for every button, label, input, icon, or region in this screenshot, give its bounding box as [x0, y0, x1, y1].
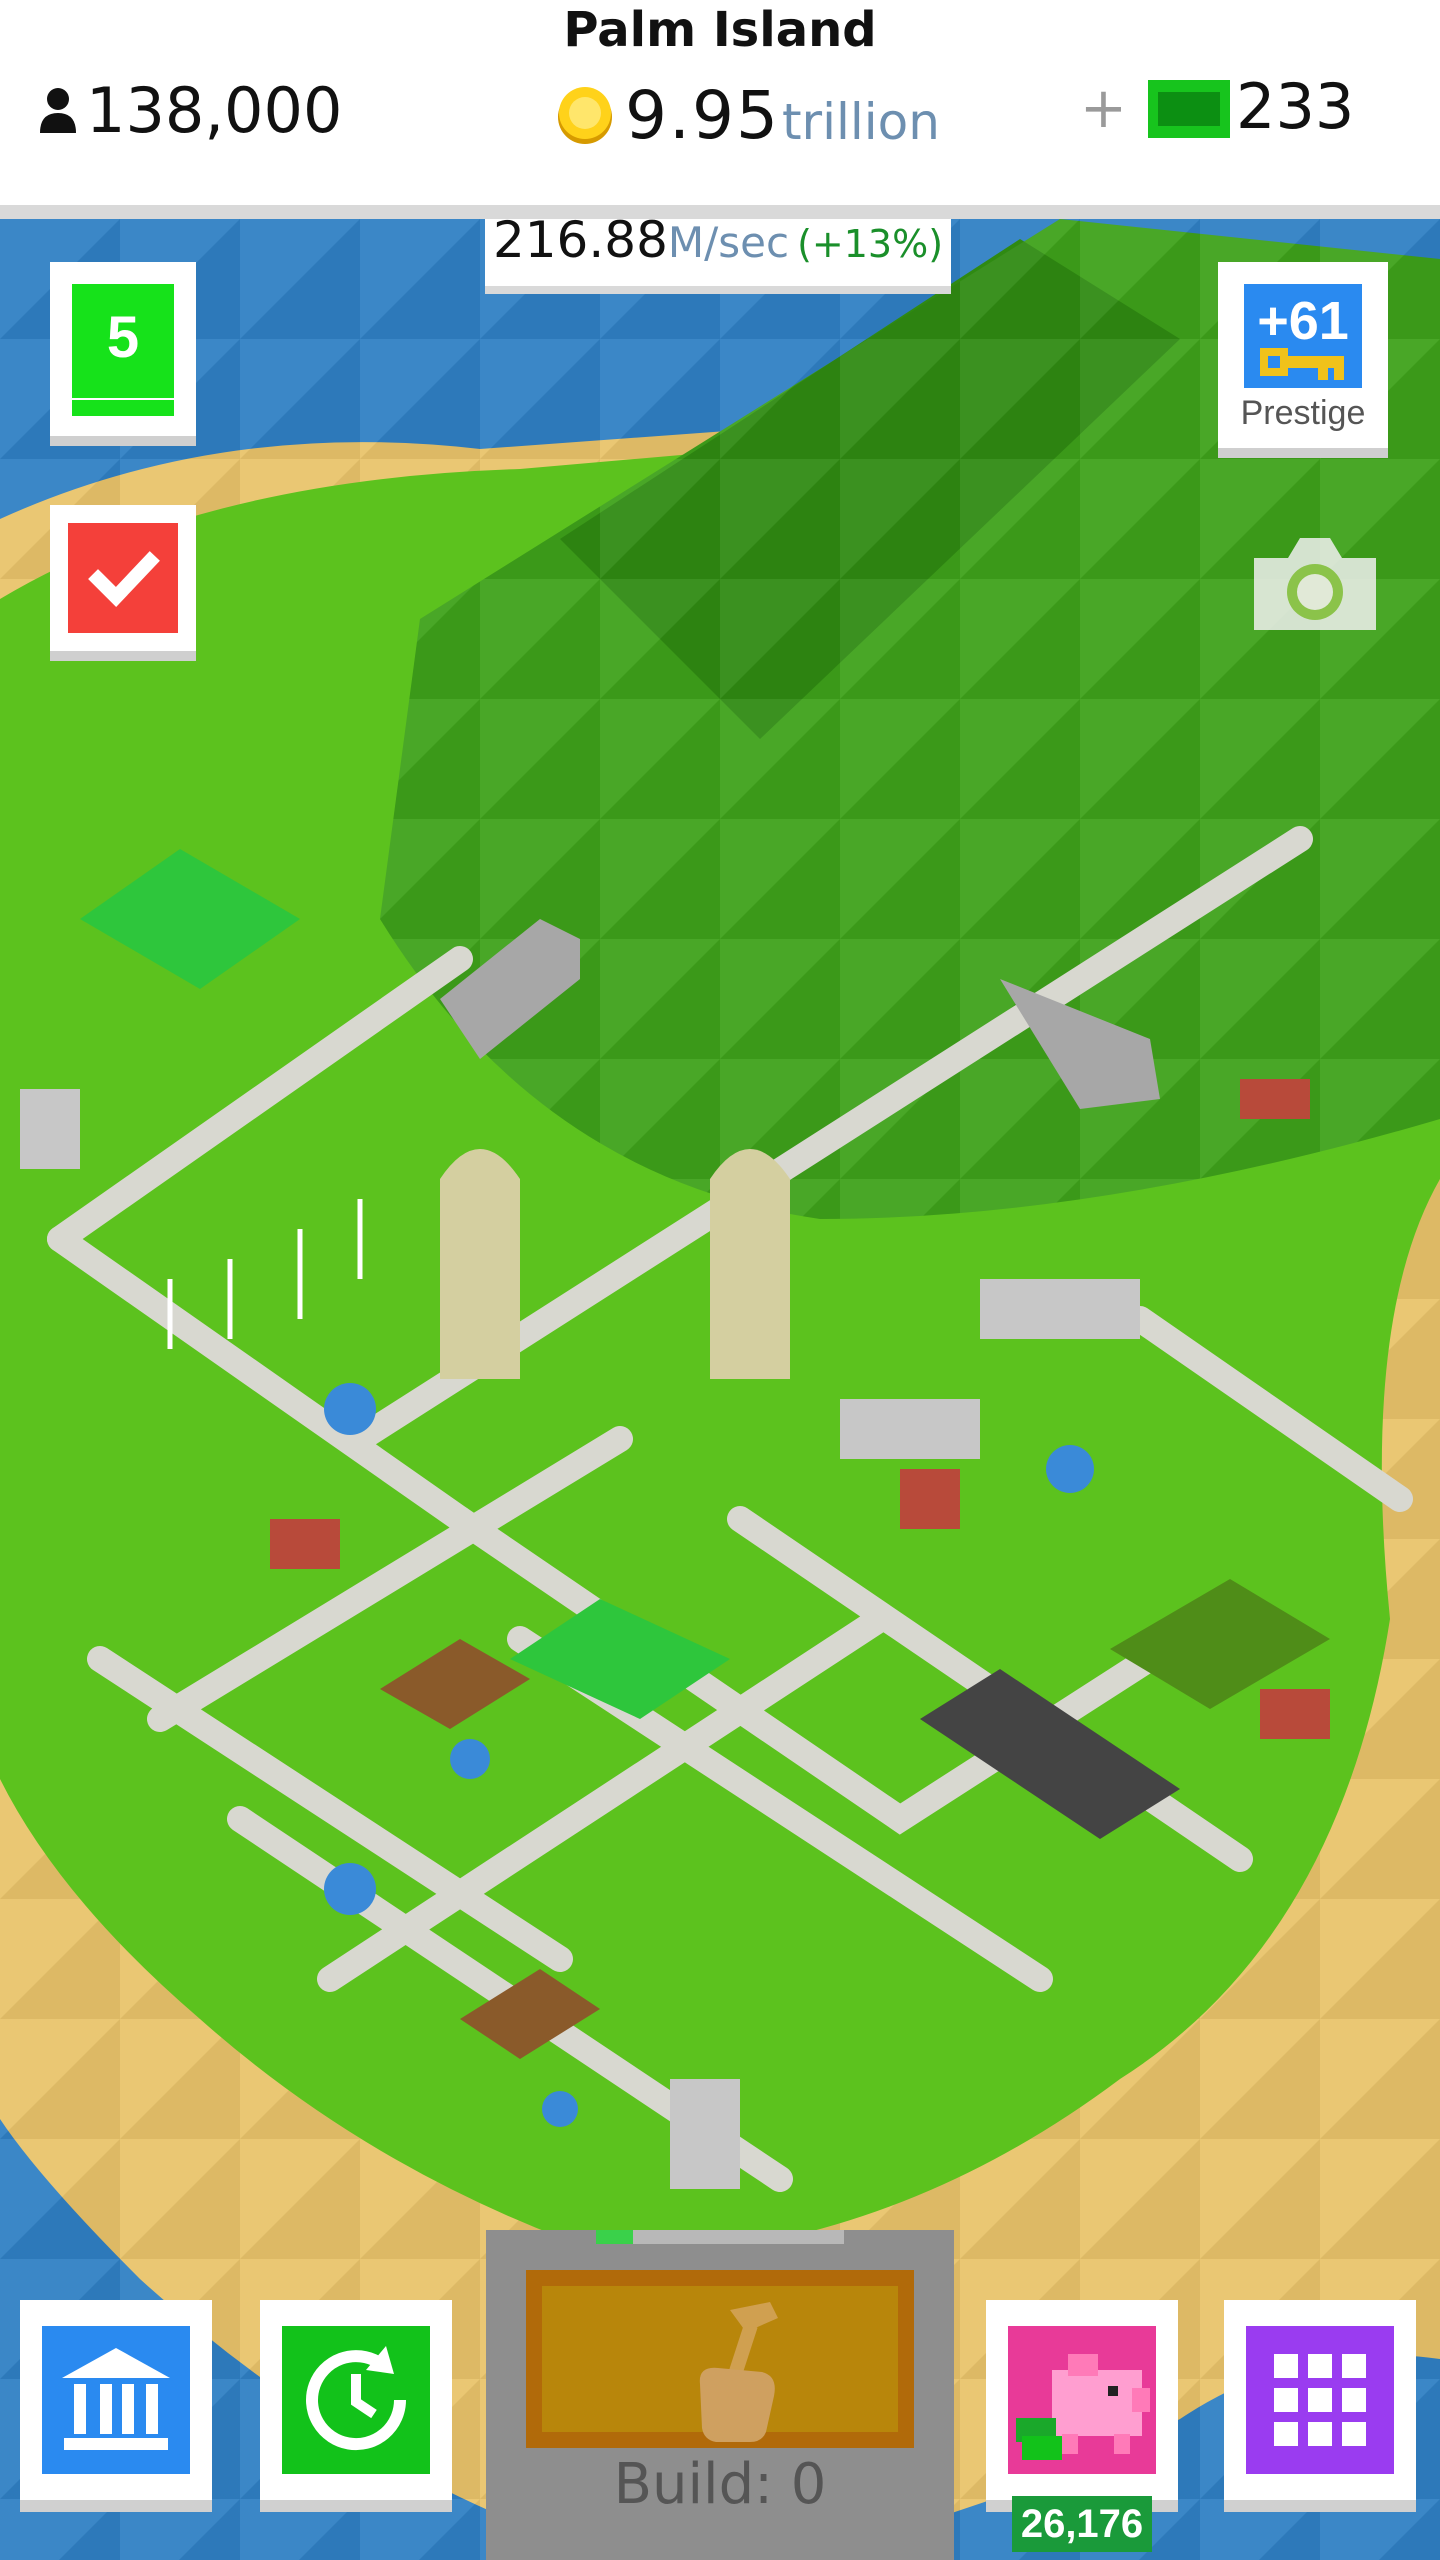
money-display: 9.95 trillion: [555, 70, 940, 160]
level-progress-bar: [72, 400, 174, 416]
income-rate-value: 216.88: [492, 219, 668, 269]
tasks-button[interactable]: [50, 505, 196, 651]
grid-menu-button[interactable]: [1224, 2300, 1416, 2500]
piggy-bank-icon: [1016, 2354, 1150, 2460]
level-badge: 5: [72, 284, 174, 398]
island-map[interactable]: 216.88M/sec (+13%): [0, 219, 1440, 2560]
island-terrain: [0, 219, 1440, 2560]
add-cash-button[interactable]: +: [1080, 76, 1127, 141]
money-value: 9.95: [625, 76, 780, 154]
build-label: Build: 0: [613, 2452, 827, 2517]
prestige-badge: +61: [1244, 284, 1362, 388]
piggy-bank-button[interactable]: [986, 2300, 1178, 2500]
top-bar: Palm Island 138,000 9.95 trillion + 233: [0, 0, 1440, 205]
prestige-button[interactable]: +61 Prestige: [1218, 262, 1388, 448]
top-bar-shadow: [0, 205, 1440, 219]
population-value: 138,000: [86, 73, 343, 147]
level-button[interactable]: 5: [50, 262, 196, 436]
piggy-bank-count: 26,176: [1012, 2496, 1152, 2552]
prestige-label: Prestige: [1240, 394, 1366, 432]
museum-button-face: [42, 2326, 190, 2474]
key-icon: [1260, 348, 1344, 380]
time-boost-button[interactable]: [260, 2300, 452, 2500]
build-progress-fill: [596, 2230, 634, 2244]
cash-icon[interactable]: [1148, 80, 1230, 138]
income-rate-unit: M/sec: [667, 219, 790, 267]
island-name[interactable]: Palm Island: [0, 2, 1440, 58]
task-badge: [68, 523, 178, 633]
hammer-icon: [699, 2302, 778, 2442]
grid-menu-icon: [1274, 2354, 1366, 2446]
camera-icon[interactable]: [1246, 528, 1384, 638]
museum-icon: [62, 2348, 170, 2450]
build-panel: Build: 0: [486, 2230, 954, 2560]
build-button-face: [542, 2286, 898, 2442]
money-unit: trillion: [781, 93, 940, 151]
clock-boost-icon: [306, 2346, 406, 2451]
build-progress-track: [596, 2230, 844, 2244]
level-number: 5: [106, 305, 140, 370]
piggy-bank-button-face: [1008, 2326, 1156, 2474]
population-display: 138,000: [38, 70, 342, 150]
income-rate-bonus: (+13%): [797, 222, 944, 266]
income-rate-tab: 216.88M/sec (+13%): [485, 219, 951, 286]
time-boost-button-face: [282, 2326, 430, 2474]
coin-icon: [558, 87, 612, 144]
check-icon: [88, 551, 160, 608]
person-icon: [40, 88, 76, 133]
cash-value: 233: [1236, 70, 1355, 143]
build-button[interactable]: [526, 2270, 914, 2448]
grid-menu-button-face: [1246, 2326, 1394, 2474]
museum-button[interactable]: [20, 2300, 212, 2500]
